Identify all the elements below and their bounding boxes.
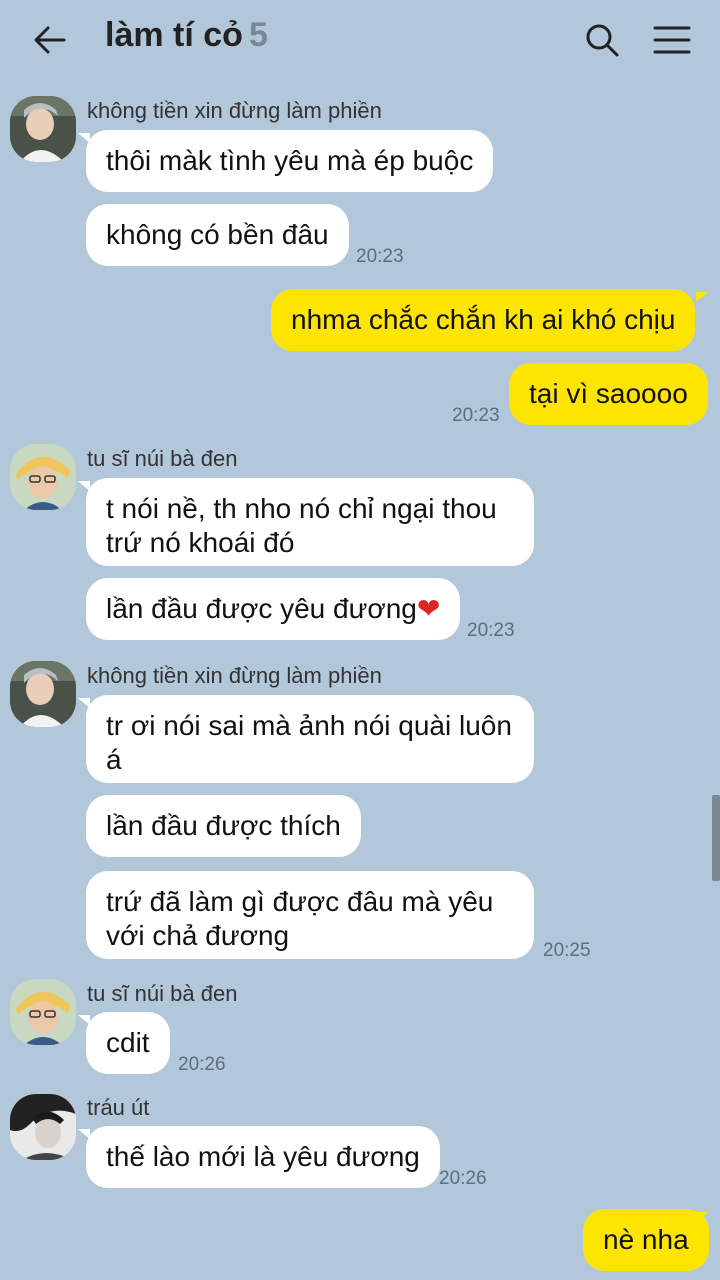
message-time: 20:23 xyxy=(356,246,404,267)
chat-title: làm tí cỏ 5 xyxy=(105,16,268,55)
message-time: 20:25 xyxy=(543,940,591,961)
sender-name: tu sĩ núi bà đen xyxy=(87,981,238,1006)
chat-header: làm tí cỏ 5 xyxy=(0,0,720,78)
message-bubble[interactable]: lần đầu được thích xyxy=(86,795,361,857)
sender-name: không tiền xin đừng làm phiền xyxy=(87,663,382,688)
sender-name: tráu út xyxy=(87,1095,150,1120)
my-message-bubble[interactable]: nè nha xyxy=(583,1209,709,1271)
heart-emoji: ❤ xyxy=(416,593,441,624)
my-message-bubble[interactable]: tại vì saoooo xyxy=(509,363,708,425)
back-button[interactable] xyxy=(28,18,72,62)
menu-button[interactable] xyxy=(650,18,694,62)
search-icon xyxy=(586,24,619,57)
message-time: 20:23 xyxy=(467,620,515,641)
sender-name: tu sĩ núi bà đen xyxy=(87,446,238,471)
avatar[interactable] xyxy=(10,96,76,162)
message-time: 20:23 xyxy=(452,405,500,426)
avatar[interactable] xyxy=(10,979,76,1045)
sender-name: không tiền xin đừng làm phiền xyxy=(87,98,382,123)
avatar[interactable] xyxy=(10,661,76,727)
message-bubble[interactable]: t nói nề, th nho nó chỉ ngại thou trứ nó… xyxy=(86,478,534,566)
message-bubble[interactable]: lần đầu được yêu đương❤ xyxy=(86,578,461,640)
avatar[interactable] xyxy=(10,444,76,510)
message-bubble[interactable]: thôi màk tình yêu mà ép buộc xyxy=(86,130,494,192)
message-bubble[interactable]: cdit xyxy=(86,1012,170,1074)
hamburger-menu-icon xyxy=(653,26,691,54)
member-count: 5 xyxy=(248,16,268,54)
message-bubble[interactable]: tr ơi nói sai mà ảnh nói quài luôn á xyxy=(86,695,534,783)
bubble-tail xyxy=(696,292,708,302)
message-bubble[interactable]: trứ đã làm gì được đâu mà yêu với chả đư… xyxy=(86,871,534,959)
search-button[interactable] xyxy=(580,18,624,62)
message-text: lần đầu được yêu đương xyxy=(106,593,417,624)
scrollbar[interactable] xyxy=(712,795,720,881)
my-message-bubble[interactable]: nhma chắc chắn kh ai khó chịu xyxy=(271,289,696,351)
chat-title-text: làm tí cỏ xyxy=(105,16,243,54)
message-time: 20:26 xyxy=(439,1168,487,1189)
avatar[interactable] xyxy=(10,1094,76,1160)
message-bubble[interactable]: không có bền đâu xyxy=(86,204,349,266)
message-bubble[interactable]: thế lào mới là yêu đương xyxy=(86,1126,440,1188)
arrow-left-icon xyxy=(34,26,66,54)
message-time: 20:26 xyxy=(178,1054,226,1075)
